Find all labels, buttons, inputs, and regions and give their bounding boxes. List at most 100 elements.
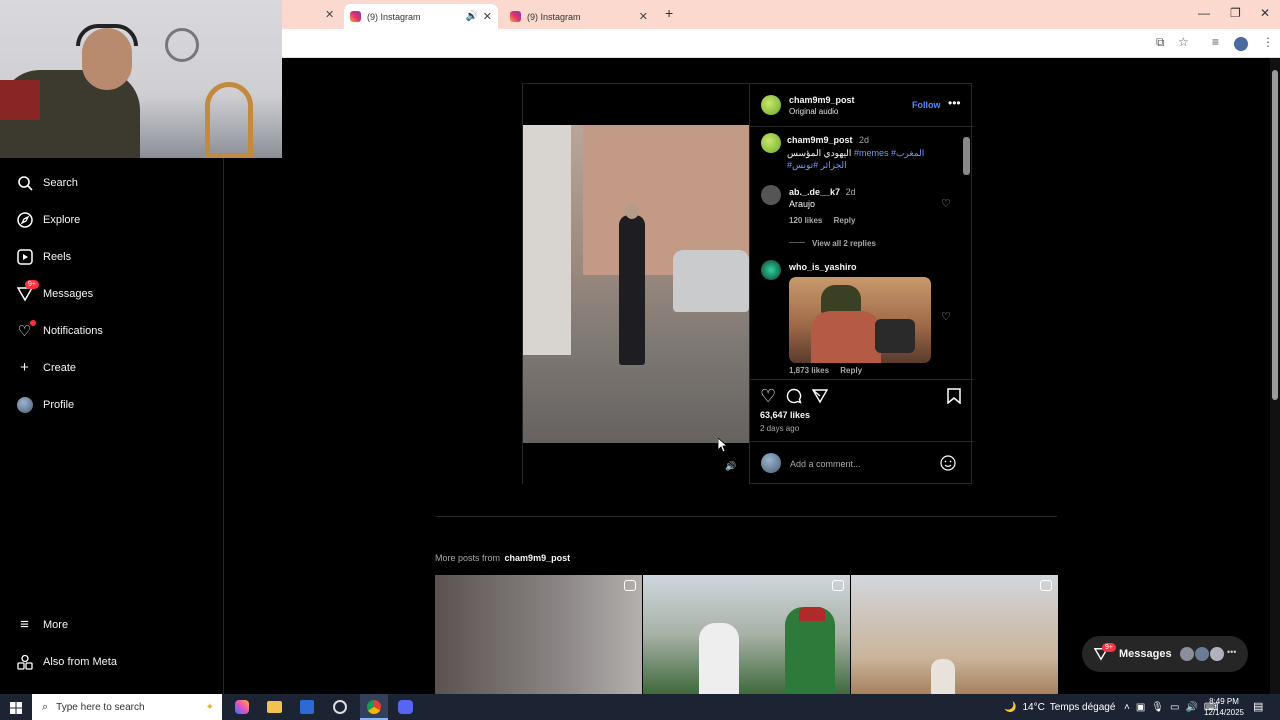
post-thumbnail[interactable] <box>643 575 850 694</box>
kebab-menu-icon[interactable]: ⋮ <box>1262 35 1274 49</box>
media-controls-icon[interactable]: ≡ <box>1212 35 1219 49</box>
clock-time: 8:49 PM <box>1209 697 1239 706</box>
speaker-icon[interactable]: 🔊 <box>466 11 478 22</box>
file-explorer-icon[interactable] <box>267 701 282 713</box>
comment-username[interactable]: who_is_yashiro <box>789 262 857 272</box>
webcam-overlay <box>0 0 282 158</box>
weather-temp[interactable]: 14°C <box>1022 702 1044 713</box>
more-options-icon[interactable]: ••• <box>948 96 961 110</box>
comment-username[interactable]: ab._.de__k7 <box>789 187 840 197</box>
page-scrollbar[interactable] <box>1270 58 1280 694</box>
messages-label: Messages <box>1119 648 1172 660</box>
author-username[interactable]: cham9m9_post <box>789 95 855 105</box>
video-player[interactable] <box>523 125 749 443</box>
profile-icon[interactable] <box>1234 37 1248 51</box>
minimize-icon[interactable]: — <box>1198 6 1210 20</box>
sidebar-item-messages[interactable]: 9+ Messages <box>16 280 93 302</box>
comment-reply-button[interactable]: Reply <box>840 366 862 375</box>
copilot-icon[interactable] <box>235 700 249 714</box>
like-icon[interactable]: ♡ <box>760 386 776 407</box>
view-replies-link[interactable]: View all 2 replies <box>812 239 876 248</box>
mouse-cursor-icon <box>717 437 729 458</box>
windows-start-icon[interactable] <box>10 701 22 719</box>
search-icon: ⌕ <box>42 700 49 713</box>
network-icon[interactable]: ▭ <box>1170 702 1179 713</box>
sidebar-item-reels[interactable]: Reels <box>16 248 71 265</box>
add-comment-input[interactable]: Add a comment... <box>790 459 930 469</box>
store-icon[interactable] <box>300 700 314 714</box>
sidebar-item-label: Also from Meta <box>43 655 117 668</box>
reel-icon <box>1040 580 1052 591</box>
install-app-icon[interactable]: ⧉ <box>1156 35 1165 50</box>
follow-button[interactable]: Follow <box>912 100 941 110</box>
caption-hashtags-2[interactable]: #الجزائر #تونس <box>787 160 847 170</box>
likes-count[interactable]: 63,647 likes <box>760 410 810 420</box>
discord-icon[interactable] <box>398 700 413 714</box>
sidebar-item-create[interactable]: + Create <box>16 359 76 376</box>
comment-gif[interactable] <box>789 277 931 363</box>
messages-badge: 9+ <box>25 280 39 289</box>
post-thumbnail[interactable] <box>435 575 642 694</box>
emoji-icon[interactable] <box>940 455 956 476</box>
caption-time: 2d <box>859 135 870 145</box>
reels-icon <box>16 248 33 265</box>
comment-icon[interactable] <box>786 388 802 409</box>
sidebar-item-more[interactable]: ≡ More <box>16 616 68 633</box>
author-avatar[interactable] <box>761 95 781 115</box>
sidebar-item-profile[interactable]: Profile <box>16 396 74 413</box>
browser-toolbar: ⧉ ☆ ≡ ⋮ <box>282 29 1280 58</box>
commenter-avatar[interactable] <box>761 260 781 280</box>
comments-scrollbar[interactable] <box>963 129 970 377</box>
instagram-icon <box>350 11 361 22</box>
microphone-icon[interactable]: 🎙 <box>1151 702 1164 713</box>
post-media: 🔊 <box>523 84 749 484</box>
commenter-avatar[interactable] <box>761 185 781 205</box>
sidebar-item-explore[interactable]: Explore <box>16 211 80 228</box>
window-close-icon[interactable]: ✕ <box>1260 6 1270 20</box>
new-tab-button[interactable]: + <box>665 5 673 21</box>
comment-likes[interactable]: 1,873 likes <box>789 366 829 375</box>
chevron-up-icon[interactable]: ˄ <box>1124 702 1130 713</box>
sidebar-item-label: Reels <box>43 250 72 263</box>
caption-hashtags[interactable]: #memes #المغرب <box>854 148 924 158</box>
post-thumbnail[interactable] <box>851 575 1058 694</box>
clock-date: 12/14/2025 <box>1203 708 1245 717</box>
taskbar-search[interactable]: ⌕ Type here to search ✦ <box>32 694 222 720</box>
caption-username[interactable]: cham9m9_post <box>787 135 853 145</box>
taskbar-clock[interactable]: 8:49 PM 12/14/2025 <box>1198 696 1250 718</box>
restore-icon[interactable]: ❐ <box>1230 6 1241 20</box>
comment-like-icon[interactable]: ♡ <box>941 197 951 210</box>
sidebar-item-search[interactable]: Search <box>16 174 78 191</box>
avatar <box>1179 646 1195 662</box>
volume-icon[interactable]: 🔊 <box>1185 702 1197 713</box>
app-icon[interactable] <box>333 700 347 714</box>
divider <box>435 516 1057 517</box>
tab-instagram[interactable]: (9) Instagram ✕ <box>504 4 654 29</box>
close-icon[interactable]: ✕ <box>325 8 334 21</box>
mute-icon[interactable]: 🔊 <box>725 461 736 472</box>
tray-app-icon[interactable]: ▣ <box>1136 702 1145 713</box>
caption-avatar[interactable] <box>761 133 781 153</box>
audio-label[interactable]: Original audio <box>789 107 838 116</box>
sidebar-item-notifications[interactable]: ♡ Notifications <box>16 320 103 340</box>
close-tab-icon[interactable]: ✕ <box>483 10 492 23</box>
sidebar-item-also-from-meta[interactable]: Also from Meta <box>16 653 117 670</box>
tab-instagram-active[interactable]: (9) Instagram 🔊 ✕ <box>344 4 498 29</box>
bookmark-star-icon[interactable]: ☆ <box>1178 35 1189 49</box>
sidebar-item-label: Create <box>43 361 77 374</box>
meta-apps-icon <box>16 653 33 670</box>
messages-floating-button[interactable]: 9+ Messages ••• <box>1082 636 1248 672</box>
post-age: 2 days ago <box>760 424 800 433</box>
sidebar-item-label: More <box>43 618 69 631</box>
share-icon[interactable] <box>811 388 829 409</box>
weather-text[interactable]: Temps dégagé <box>1050 702 1116 713</box>
comment-like-icon[interactable]: ♡ <box>941 310 951 323</box>
more-posts-username[interactable]: cham9m9_post <box>505 553 571 563</box>
notification-center-icon[interactable]: ▤ <box>1253 700 1263 713</box>
sidebar-item-label: Explore <box>43 213 81 226</box>
save-bookmark-icon[interactable] <box>947 388 961 409</box>
close-tab-icon[interactable]: ✕ <box>639 10 648 23</box>
chrome-icon[interactable] <box>360 694 388 720</box>
comment-likes[interactable]: 120 likes <box>789 216 822 225</box>
comment-reply-button[interactable]: Reply <box>834 216 856 225</box>
